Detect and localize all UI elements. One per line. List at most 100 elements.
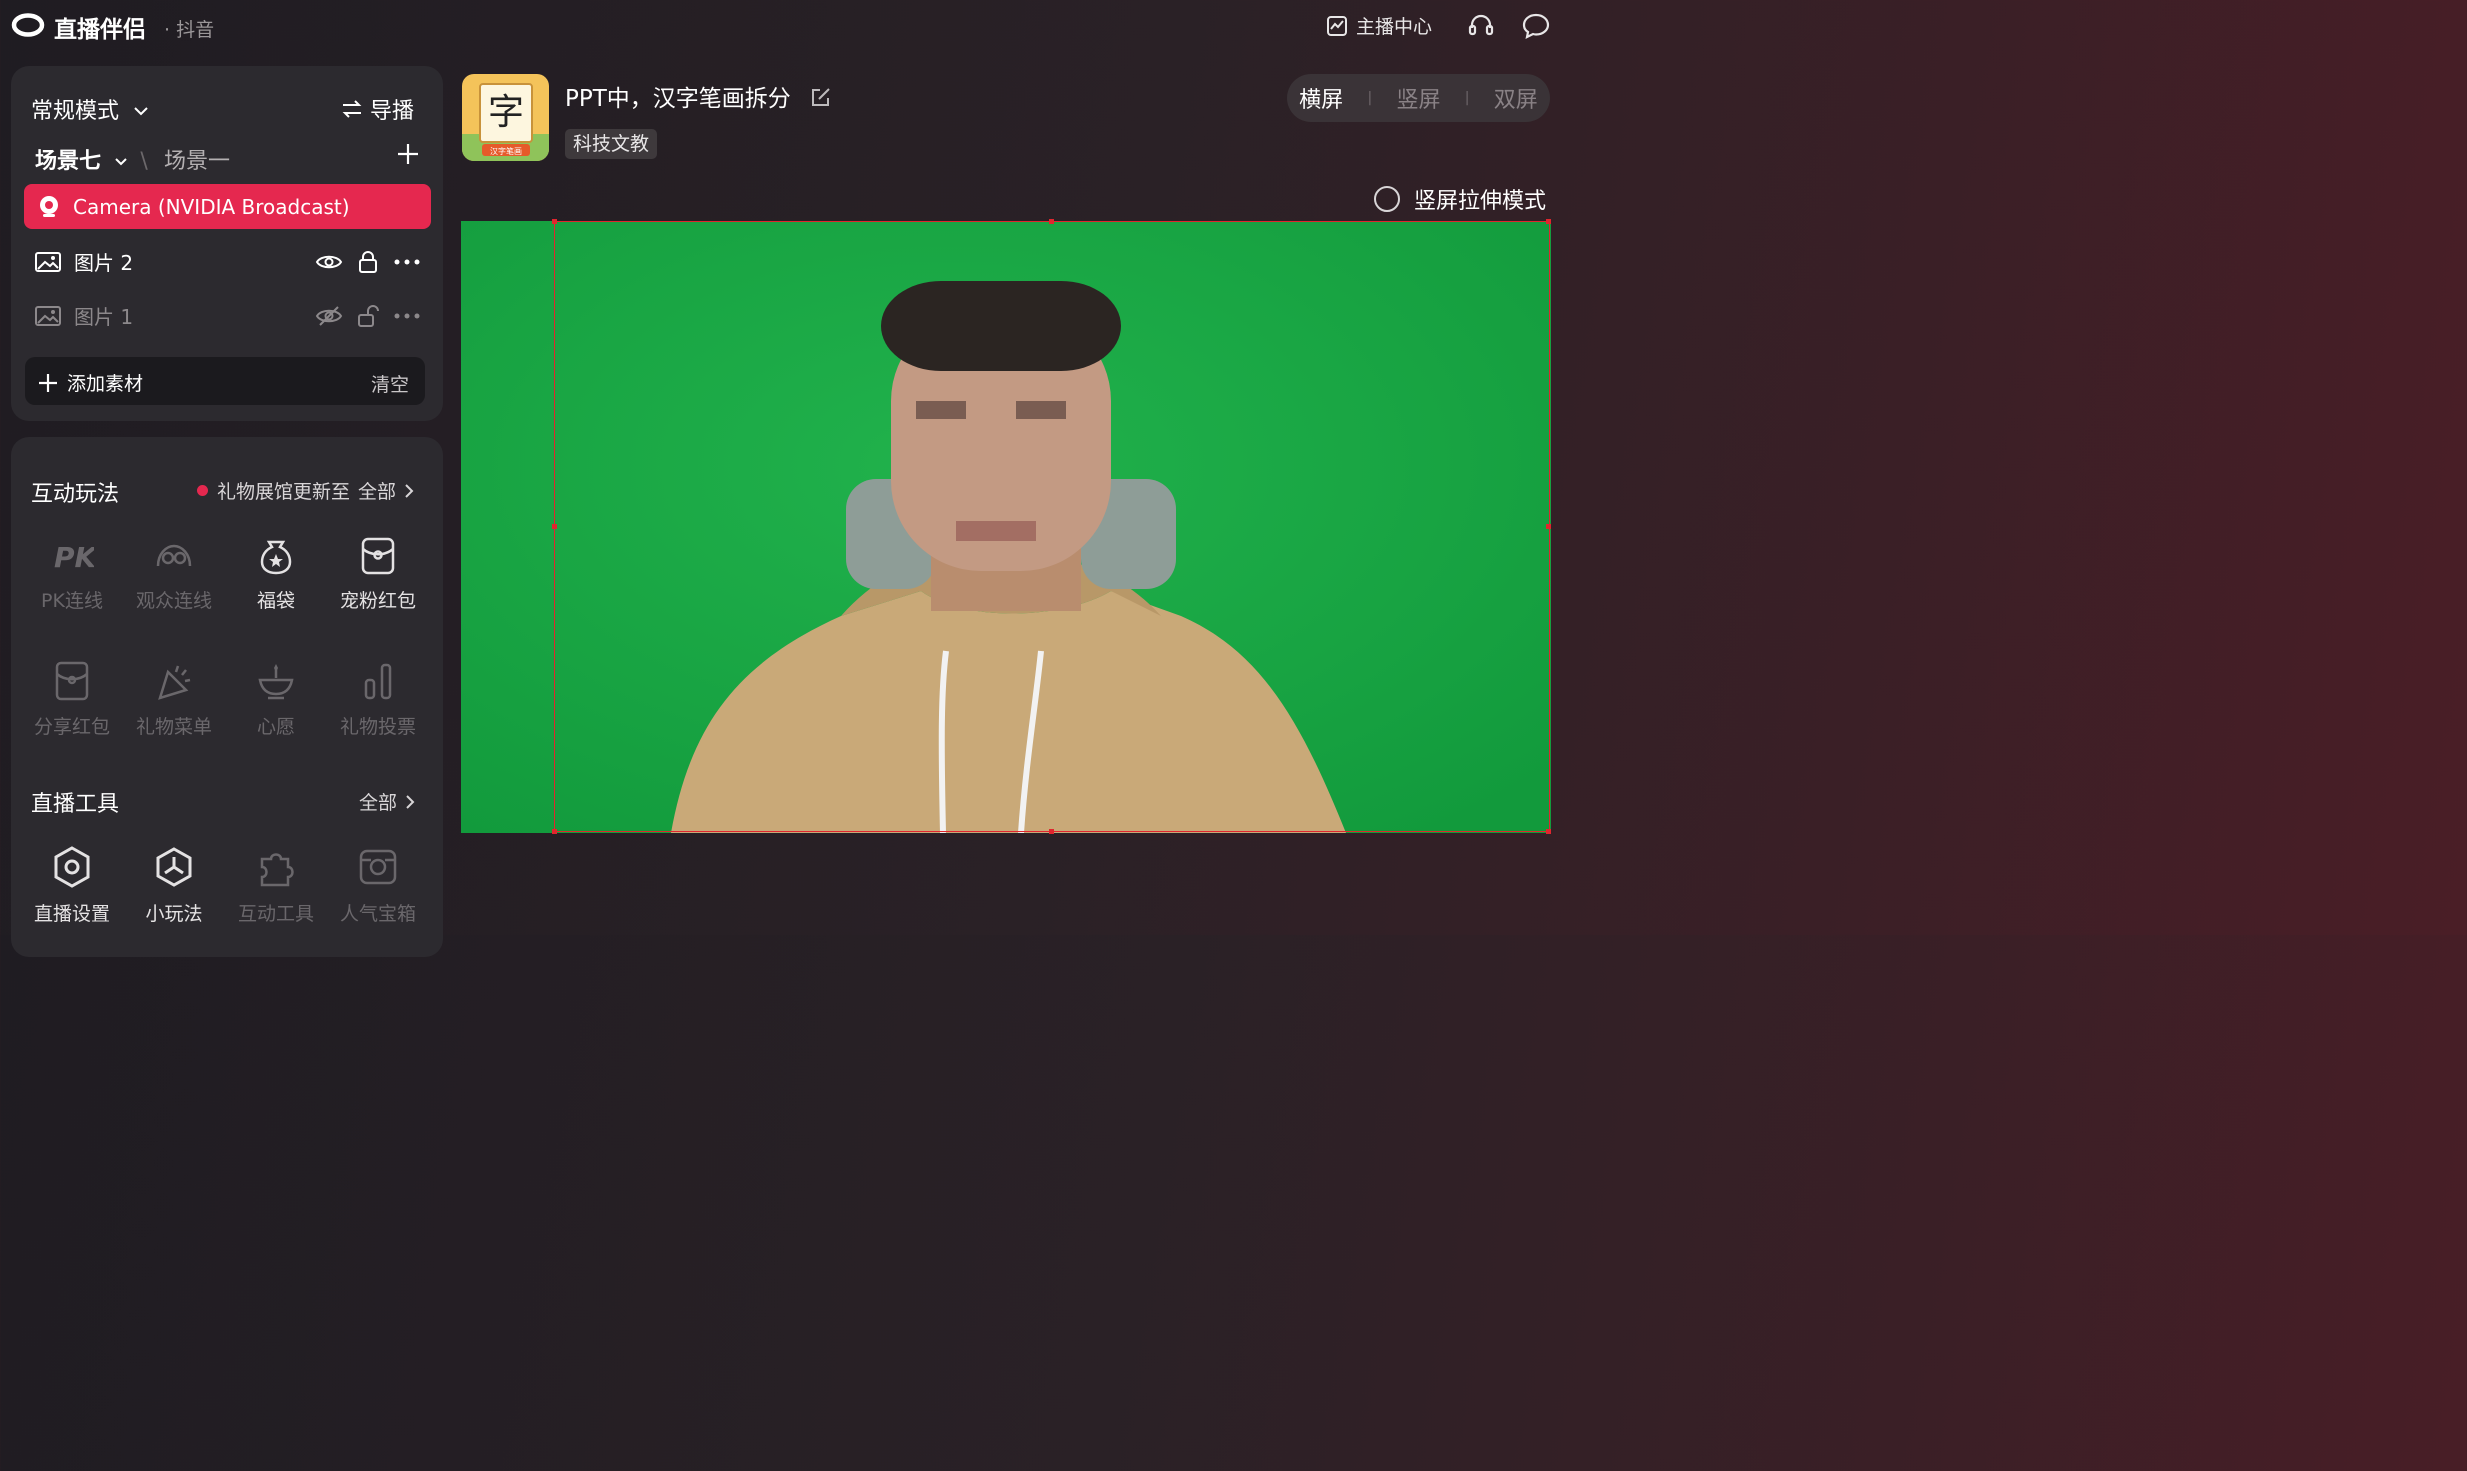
mini-game-label: 小玩法	[145, 903, 203, 925]
live-settings-button[interactable]: 直播设置	[24, 845, 120, 926]
fan-red-packet-label: 宠粉红包	[339, 590, 416, 612]
add-material-bar: 添加素材 清空	[25, 357, 425, 405]
all-link: 全部	[358, 481, 397, 503]
wish-label: 心愿	[256, 716, 295, 738]
wish-icon	[258, 664, 294, 700]
cover-caption: 汉字笔画	[490, 146, 522, 156]
live-title-text: PPT中，汉字笔画拆分	[565, 86, 791, 112]
mode-dropdown[interactable]: 常规模式	[31, 93, 150, 125]
pk-label: PK连线	[41, 590, 103, 612]
share-red-packet-button[interactable]: 分享红包	[24, 660, 120, 739]
app-title: 直播伴侣	[54, 17, 146, 43]
gift-menu-icon	[158, 665, 191, 700]
eye-icon[interactable]	[315, 252, 343, 272]
lucky-bag-label: 福袋	[256, 590, 295, 612]
interactive-tools-icon	[260, 853, 294, 887]
gift-notice[interactable]: 礼物展馆更新至 全部	[197, 477, 416, 504]
host-center-label: 主播中心	[1356, 16, 1433, 38]
scene-divider: \	[140, 149, 148, 174]
resize-handle[interactable]	[552, 524, 557, 529]
unlock-icon[interactable]	[357, 304, 379, 328]
interactive-tools-label: 互动工具	[237, 903, 314, 925]
divider: |	[1464, 90, 1470, 106]
more-icon[interactable]	[393, 258, 421, 266]
popularity-chest-icon	[359, 849, 397, 885]
clear-button[interactable]: 清空	[371, 370, 409, 397]
mini-game-icon	[156, 847, 192, 887]
source-label: Camera (NVIDIA Broadcast)	[73, 194, 350, 219]
headset-icon[interactable]	[1467, 12, 1495, 40]
host-center-button[interactable]: 主播中心	[1326, 12, 1432, 39]
resize-handle[interactable]	[1049, 829, 1054, 834]
interactive-tools-button[interactable]: 互动工具	[228, 845, 324, 926]
category-tag[interactable]: 科技文教	[565, 129, 658, 159]
resize-handle[interactable]	[552, 829, 557, 834]
director-label: 导播	[370, 99, 415, 124]
scene-tab[interactable]: 场景一	[164, 143, 230, 175]
gift-vote-button[interactable]: 礼物投票	[330, 660, 426, 739]
orientation-dual[interactable]: 双屏	[1494, 82, 1538, 114]
chevron-right-icon	[405, 483, 414, 498]
add-material-label: 添加素材	[67, 373, 144, 395]
chat-bubble-icon[interactable]	[1521, 12, 1551, 40]
gift-notice-label: 礼物展馆更新至	[217, 481, 351, 503]
platform-label: · 抖音	[164, 19, 215, 41]
source-label: 图片 1	[74, 305, 134, 329]
audience-link-label: 观众连线	[135, 590, 212, 612]
wish-button[interactable]: 心愿	[228, 660, 324, 739]
notice-dot	[197, 485, 208, 496]
audience-link-icon	[156, 544, 192, 567]
orientation-landscape[interactable]: 横屏	[1299, 82, 1343, 114]
app-logo-icon	[11, 13, 45, 37]
interactive-title: 互动玩法	[31, 482, 120, 507]
resize-handle[interactable]	[1546, 829, 1551, 834]
resize-handle[interactable]	[1546, 524, 1551, 529]
gift-menu-label: 礼物菜单	[135, 716, 212, 738]
resize-handle[interactable]	[552, 219, 557, 224]
eye-hidden-icon[interactable]	[315, 305, 343, 327]
add-scene-icon[interactable]	[394, 140, 422, 168]
add-material-button[interactable]: 添加素材	[37, 369, 143, 396]
mini-game-button[interactable]: 小玩法	[126, 845, 222, 926]
lucky-bag-button[interactable]: 福袋	[228, 536, 324, 613]
source-label: 图片 2	[74, 251, 134, 275]
top-bar: 直播伴侣 · 抖音 主播中心	[0, 0, 1568, 52]
cover-char: 字	[488, 92, 524, 133]
resize-handle[interactable]	[1049, 219, 1054, 224]
plus-icon	[39, 373, 57, 392]
radio-button[interactable]	[1374, 186, 1400, 212]
source-image-2[interactable]: 图片 2	[24, 239, 431, 284]
gift-vote-icon	[364, 663, 392, 700]
resize-handle[interactable]	[1546, 219, 1551, 224]
fan-red-packet-button[interactable]: 宠粉红包	[330, 536, 426, 613]
edit-icon[interactable]	[810, 86, 832, 108]
scene-label: 场景七	[35, 149, 102, 174]
live-settings-icon	[54, 846, 90, 888]
tools-all-link[interactable]: 全部	[359, 788, 417, 815]
mode-label: 常规模式	[31, 99, 120, 124]
director-button[interactable]: 导播	[340, 93, 414, 125]
cover-thumbnail[interactable]: 字 汉字笔画	[462, 74, 549, 161]
scene-tab-active[interactable]: 场景七 \	[35, 143, 148, 175]
chevron-down-icon	[114, 158, 127, 166]
source-camera[interactable]: Camera (NVIDIA Broadcast)	[24, 184, 431, 229]
gift-vote-label: 礼物投票	[339, 716, 416, 738]
chevron-down-icon	[134, 107, 148, 116]
live-title[interactable]: PPT中，汉字笔画拆分	[565, 79, 832, 113]
more-icon[interactable]	[393, 312, 421, 320]
tools-all-label: 全部	[359, 792, 398, 814]
popularity-chest-button[interactable]: 人气宝箱	[330, 845, 426, 926]
share-red-packet-icon	[55, 661, 89, 701]
divider: |	[1367, 90, 1373, 106]
orientation-portrait[interactable]: 竖屏	[1396, 82, 1440, 114]
audience-link-button[interactable]: 观众连线	[126, 536, 222, 613]
gift-menu-button[interactable]: 礼物菜单	[126, 660, 222, 739]
source-image-1[interactable]: 图片 1	[24, 293, 431, 338]
camera-icon	[40, 195, 58, 217]
pk-link-button[interactable]: PK PK连线	[24, 536, 120, 613]
svg-text:PK: PK	[54, 541, 94, 574]
stretch-mode-toggle[interactable]: 竖屏拉伸模式	[1374, 183, 1546, 215]
selection-box[interactable]	[554, 221, 1550, 832]
pk-icon: PK	[54, 541, 99, 574]
lock-icon[interactable]	[357, 250, 379, 274]
